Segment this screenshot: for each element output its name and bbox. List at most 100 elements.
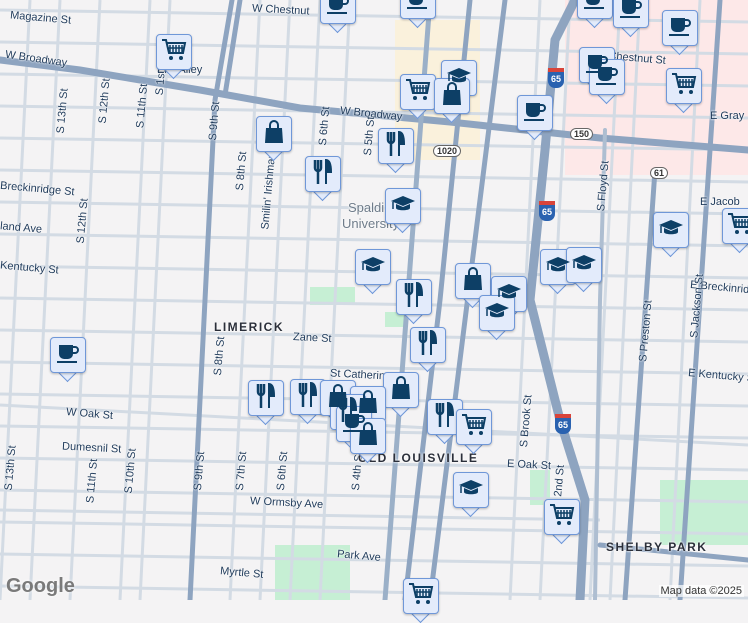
graduation-marker[interactable]	[453, 472, 489, 518]
cart-marker[interactable]	[722, 208, 748, 254]
food-icon	[434, 401, 456, 433]
cart-icon	[549, 503, 575, 532]
marker-box	[248, 380, 284, 416]
graduation-marker[interactable]	[385, 188, 421, 234]
food-icon	[417, 329, 439, 361]
cart-icon	[408, 582, 434, 611]
i65-shield: 65	[555, 414, 571, 434]
marker-box	[456, 409, 492, 445]
neighborhood-label: LIMERICK	[214, 320, 284, 334]
marker-box	[453, 472, 489, 508]
coffee-icon	[56, 342, 80, 369]
marker-box	[566, 247, 602, 283]
food-icon	[255, 382, 277, 414]
bag-icon	[263, 119, 285, 149]
graduation-icon	[458, 478, 484, 503]
marker-box	[396, 279, 432, 315]
street-label: E Gray	[710, 110, 745, 122]
coffee-icon	[326, 0, 350, 20]
cart-marker[interactable]	[403, 578, 439, 623]
marker-box	[544, 499, 580, 535]
marker-box	[385, 188, 421, 224]
coffee-marker[interactable]	[50, 337, 86, 383]
graduation-icon	[484, 301, 510, 326]
cart-icon	[727, 212, 748, 241]
marker-box	[355, 249, 391, 285]
cart-icon	[461, 413, 487, 442]
coffee-marker[interactable]	[400, 0, 436, 29]
bag-icon	[441, 81, 463, 111]
marker-box	[305, 156, 341, 192]
marker-box	[653, 212, 689, 248]
marker-box	[517, 95, 553, 131]
graduation-icon	[390, 194, 416, 219]
bag-icon	[390, 375, 412, 405]
map-attribution[interactable]: Map data ©2025	[658, 585, 744, 597]
food-icon	[385, 130, 407, 162]
route-61-shield: 61	[650, 167, 669, 179]
coffee-icon	[619, 0, 643, 24]
food-icon	[312, 158, 334, 190]
graduation-marker[interactable]	[653, 212, 689, 258]
graduation-marker[interactable]	[479, 295, 515, 341]
graduation-icon	[658, 218, 684, 243]
marker-box	[589, 59, 625, 95]
coffee-icon	[595, 64, 619, 91]
marker-box	[455, 263, 491, 299]
coffee-icon	[523, 100, 547, 127]
food-marker[interactable]	[396, 279, 432, 325]
food-icon	[403, 281, 425, 313]
marker-box	[666, 68, 702, 104]
bag-icon	[462, 266, 484, 296]
marker-box	[479, 295, 515, 331]
food-icon	[297, 381, 319, 413]
i65-shield: 65	[539, 201, 555, 221]
marker-box	[320, 0, 356, 24]
marker-box	[400, 0, 436, 19]
bag-marker[interactable]	[383, 372, 419, 418]
coffee-marker[interactable]	[577, 0, 613, 29]
food-marker[interactable]	[305, 156, 341, 202]
graduation-icon	[571, 253, 597, 278]
route-1020-shield: 1020	[433, 145, 462, 157]
map-canvas[interactable]	[0, 0, 748, 600]
marker-box	[400, 74, 436, 110]
bag-marker[interactable]	[256, 116, 292, 162]
food-marker[interactable]	[378, 128, 414, 174]
coffee-icon	[668, 15, 692, 42]
street-label: Zane St	[292, 330, 332, 346]
food-marker[interactable]	[248, 380, 284, 426]
graduation-icon	[360, 255, 386, 280]
cart-marker[interactable]	[456, 409, 492, 455]
us-150-shield: 150	[570, 128, 594, 140]
cart-marker[interactable]	[400, 74, 436, 120]
coffee-icon	[583, 0, 607, 15]
cart-icon	[671, 72, 697, 101]
google-logo: Google	[6, 575, 75, 597]
marker-box	[613, 0, 649, 28]
food-marker[interactable]	[410, 327, 446, 373]
coffee-marker[interactable]	[662, 10, 698, 56]
bag-icon	[357, 421, 379, 451]
coffee-marker[interactable]	[320, 0, 356, 34]
graduation-marker[interactable]	[566, 247, 602, 293]
marker-box	[156, 34, 192, 70]
street-label: E Oak St	[506, 457, 552, 473]
cart-marker[interactable]	[666, 68, 702, 114]
street-label: E Jacob	[700, 196, 740, 208]
coffee-marker[interactable]	[613, 0, 649, 38]
cart-icon	[405, 78, 431, 107]
coffee-icon	[406, 0, 430, 15]
coffee-marker[interactable]	[517, 95, 553, 141]
marker-box	[50, 337, 86, 373]
minor-streets	[0, 0, 748, 600]
graduation-marker[interactable]	[355, 249, 391, 295]
cart-marker[interactable]	[544, 499, 580, 545]
coffee-marker[interactable]	[589, 59, 625, 105]
neighborhood-label: SHELBY PARK	[606, 540, 708, 554]
marker-box	[577, 0, 613, 19]
marker-box	[403, 578, 439, 614]
cart-icon	[161, 38, 187, 67]
cart-marker[interactable]	[156, 34, 192, 80]
marker-box	[410, 327, 446, 363]
